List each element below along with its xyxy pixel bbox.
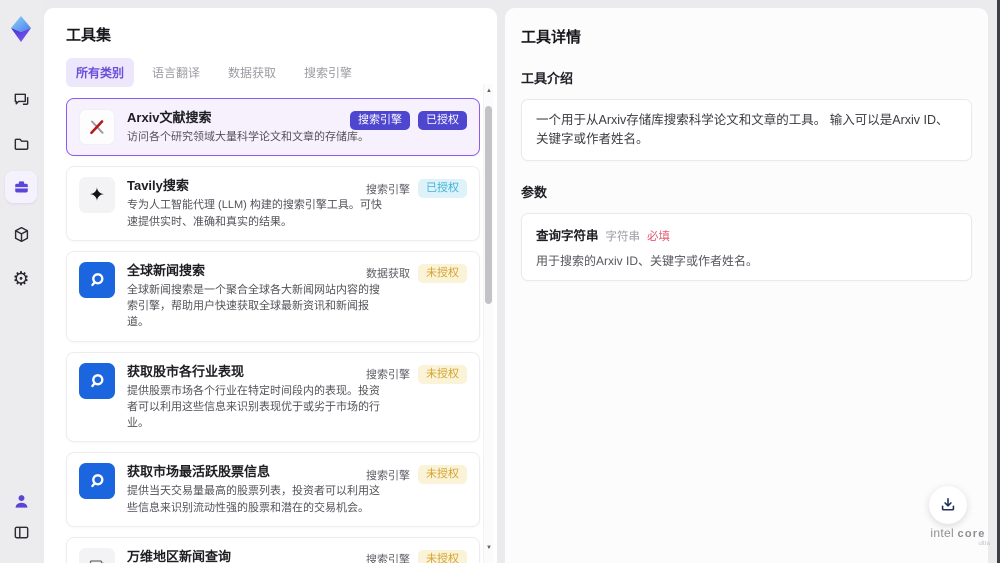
app-window: ⚙ 工具集 所有类别 语言翻译 数据获取 搜索引擎 Arxiv文献搜索 访问各个… <box>0 0 1000 563</box>
tool-card-list: Arxiv文献搜索 访问各个研究领域大量科学论文和文章的存储库。 搜索引擎 已授… <box>66 98 480 563</box>
category-tabs: 所有类别 语言翻译 数据获取 搜索引擎 <box>66 58 497 87</box>
sparkle-star-icon: ✦ <box>79 177 115 214</box>
gear-icon: ⚙ <box>12 268 30 290</box>
folder-icon <box>14 138 28 150</box>
scroll-up-icon[interactable]: ▲ <box>484 86 494 96</box>
category-tag: 数据获取 <box>366 268 410 281</box>
sidebar-item-settings[interactable]: ⚙ <box>0 264 42 294</box>
user-icon <box>15 494 27 508</box>
detail-title: 工具详情 <box>521 29 582 46</box>
tool-card-active-stocks[interactable]: 获取市场最活跃股票信息 提供当天交易量最高的股票列表，投资者可以利用这些信息来识… <box>66 452 480 527</box>
param-description: 用于搜索的Arxiv ID、关键字或作者姓名。 <box>536 253 759 268</box>
intro-card: 一个用于从Arxiv存储库搜索科学论文和文章的工具。 输入可以是Arxiv ID… <box>521 99 972 161</box>
sidebar-item-packages[interactable] <box>0 219 42 249</box>
app-logo <box>0 12 42 46</box>
sidebar: ⚙ <box>0 0 42 563</box>
tool-detail-panel: 工具详情 工具介绍 一个用于从Arxiv存储库搜索科学论文和文章的工具。 输入可… <box>505 8 988 563</box>
tab-data-fetch[interactable]: 数据获取 <box>218 58 286 87</box>
blue-search-icon <box>79 362 115 399</box>
category-tag: 搜索引擎 <box>366 183 410 196</box>
intro-heading: 工具介绍 <box>521 71 574 86</box>
param-name: 查询字符串 <box>536 228 599 243</box>
toolbox-icon <box>14 180 28 192</box>
chat-icon <box>14 93 28 105</box>
category-tag: 搜索引擎 <box>350 111 410 130</box>
status-tag: 未授权 <box>418 263 467 283</box>
category-tag: 搜索引擎 <box>366 554 410 563</box>
param-required-badge: 必填 <box>647 230 671 243</box>
tool-card-tavily[interactable]: ✦ Tavily搜索 专为人工智能代理 (LLM) 构建的搜索引擎工具。可快速提… <box>66 166 480 241</box>
cube-icon <box>14 226 28 242</box>
tool-description: 提供股票市场各个行业在特定时间段内的表现。投资者可以利用这些信息来识别表现优于或… <box>127 384 380 430</box>
params-heading: 参数 <box>521 184 548 200</box>
tool-card-global-news[interactable]: 全球新闻搜索 全球新闻搜索是一个聚合全球各大新闻网站内容的搜索引擎，帮助用户快速… <box>66 250 480 342</box>
core-wordmark: core <box>957 528 986 540</box>
tool-description: 专为人工智能代理 (LLM) 构建的搜索引擎工具。可快速提供实时、准确和真实的结… <box>127 199 382 228</box>
status-tag: 未授权 <box>418 465 467 485</box>
tool-description: 访问各个研究领域大量科学论文和文章的存储库。 <box>127 131 369 143</box>
download-icon <box>941 497 955 511</box>
download-button[interactable] <box>929 486 967 524</box>
intel-wordmark: intel <box>930 526 954 540</box>
scrollbar-thumb[interactable] <box>485 106 492 304</box>
sidebar-item-files[interactable] <box>0 129 42 159</box>
sidebar-item-collapse[interactable] <box>0 517 42 547</box>
param-card: 查询字符串 字符串 必填 用于搜索的Arxiv ID、关键字或作者姓名。 <box>521 212 972 281</box>
tool-card-arxiv[interactable]: Arxiv文献搜索 访问各个研究领域大量科学论文和文章的存储库。 搜索引擎 已授… <box>66 98 480 157</box>
panels-icon <box>14 526 28 538</box>
status-tag: 未授权 <box>418 364 467 384</box>
blue-search-icon <box>79 261 115 298</box>
tab-search-engine[interactable]: 搜索引擎 <box>294 58 362 87</box>
tool-description: 全球新闻搜索是一个聚合全球各大新闻网站内容的搜索引擎，帮助用户快速获取全球最新资… <box>127 283 380 329</box>
app-logo-icon <box>11 16 31 42</box>
blue-search-icon <box>79 463 115 500</box>
arxiv-logo-icon <box>79 109 115 145</box>
status-tag: 已授权 <box>418 179 467 199</box>
param-type: 字符串 <box>605 230 641 243</box>
sidebar-item-profile[interactable] <box>0 486 42 516</box>
status-tag: 未授权 <box>418 549 467 563</box>
sidebar-item-chat[interactable] <box>0 84 42 114</box>
list-scrollbar[interactable]: ▲ ▼ <box>483 84 493 563</box>
sidebar-item-tools[interactable] <box>0 172 42 202</box>
status-tag: 已授权 <box>418 111 467 130</box>
tool-card-sector-performance[interactable]: 获取股市各行业表现 提供股票市场各个行业在特定时间段内的表现。投资者可以利用这些… <box>66 351 480 443</box>
scroll-down-icon[interactable]: ▼ <box>484 543 494 553</box>
page-title: 工具集 <box>66 27 112 44</box>
tab-all-categories[interactable]: 所有类别 <box>66 58 135 87</box>
category-tag: 搜索引擎 <box>366 369 410 382</box>
newspaper-icon <box>79 547 115 563</box>
category-tag: 搜索引擎 <box>366 469 410 482</box>
intel-sub-label: ultra <box>978 541 990 547</box>
tab-language-translation[interactable]: 语言翻译 <box>142 58 210 87</box>
tool-description: 提供当天交易量最高的股票列表，投资者可以利用这些信息来识别流动性强的股票和潜在的… <box>127 485 380 514</box>
intel-core-badge: intel core ultra <box>922 526 994 547</box>
tool-list-panel: 工具集 所有类别 语言翻译 数据获取 搜索引擎 Arxiv文献搜索 访问各个研究… <box>44 8 497 563</box>
intro-text: 一个用于从Arxiv存储库搜索科学论文和文章的工具。 输入可以是Arxiv ID… <box>536 113 949 146</box>
tool-card-regional-news[interactable]: 万维地区新闻查询 查询具体行政区划内的新闻，快速了解各地新闻动态。 搜索引擎 未… <box>66 536 480 563</box>
